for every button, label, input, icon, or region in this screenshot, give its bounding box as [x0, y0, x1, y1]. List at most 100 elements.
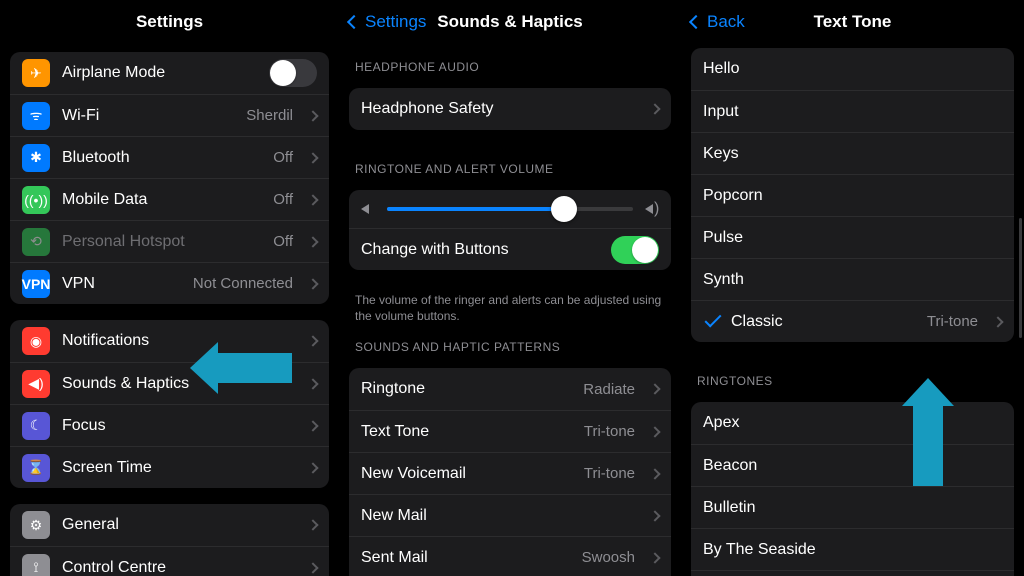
rt-by-the-seaside-row[interactable]: By The Seaside — [691, 528, 1014, 570]
back-label: Back — [707, 12, 745, 32]
ringtone-label: Ringtone — [361, 380, 571, 398]
rt-apex-label: Apex — [703, 414, 1002, 432]
ringtone-row[interactable]: Ringtone Radiate — [349, 368, 671, 410]
chevron-right-icon — [649, 552, 660, 563]
new-mail-row[interactable]: New Mail — [349, 494, 671, 536]
tone-input-label: Input — [703, 103, 1002, 121]
change-with-buttons-label: Change with Buttons — [361, 241, 599, 259]
tone-pulse-label: Pulse — [703, 229, 1002, 247]
change-with-buttons-switch[interactable] — [611, 236, 659, 264]
patterns-group: RingtoneRadiateText ToneTri-toneNew Voic… — [349, 368, 671, 576]
rt-apex-row[interactable]: Apex — [691, 402, 1014, 444]
scrollbar-indicator[interactable] — [1019, 218, 1022, 338]
back-button[interactable]: Back — [691, 0, 745, 44]
new-mail-label: New Mail — [361, 507, 639, 525]
general-icon: ⚙ — [22, 511, 50, 539]
chevron-right-icon — [307, 462, 318, 473]
change-with-buttons-row[interactable]: Change with Buttons — [349, 228, 671, 270]
settings-group-alerts: ◉Notifications◀)Sounds & Haptics☾Focus⌛S… — [10, 320, 329, 488]
alert-tones-group: Hello Input Keys Popcorn Pulse Synth Classic Tr… — [691, 48, 1014, 342]
headphone-group: Headphone Safety — [349, 88, 671, 130]
settings-title-bar: Settings — [0, 0, 339, 44]
sent-mail-detail: Swoosh — [582, 549, 635, 566]
ringtone-volume-group: Change with Buttons — [349, 190, 671, 270]
control-centre-row[interactable]: ⟟ Control Centre — [10, 546, 329, 576]
notifications-icon: ◉ — [22, 327, 50, 355]
tone-synth-row[interactable]: Synth — [691, 258, 1014, 300]
general-label: General — [62, 516, 297, 534]
chevron-left-icon — [347, 15, 361, 29]
screen-time-row[interactable]: ⌛Screen Time — [10, 446, 329, 488]
tone-popcorn-row[interactable]: Popcorn — [691, 174, 1014, 216]
tone-classic-row[interactable]: Classic Tri-tone — [691, 300, 1014, 342]
personal-hotspot-icon: ⟲ — [22, 228, 50, 256]
tone-input-row[interactable]: Input — [691, 90, 1014, 132]
personal-hotspot-row[interactable]: ⟲Personal HotspotOff — [10, 220, 329, 262]
new-voicemail-row[interactable]: New VoicemailTri-tone — [349, 452, 671, 494]
sounds-haptics-icon: ◀) — [22, 370, 50, 398]
tone-classic-detail: Tri-tone — [927, 313, 978, 330]
wifi-row[interactable]: ᯤWi-FiSherdil — [10, 94, 329, 136]
vpn-row[interactable]: VPN VPN Not Connected — [10, 262, 329, 304]
volume-slider-track[interactable] — [387, 207, 633, 211]
rt-chimes-row[interactable]: Chimes — [691, 570, 1014, 576]
settings-group-general: ⚙ General ⟟ Control Centre — [10, 504, 329, 576]
airplane-mode-switch[interactable] — [269, 59, 317, 87]
headphone-safety-row[interactable]: Headphone Safety — [349, 88, 671, 130]
sent-mail-label: Sent Mail — [361, 549, 570, 567]
vpn-detail: Not Connected — [193, 275, 293, 292]
chevron-right-icon — [649, 468, 660, 479]
tone-hello-row[interactable]: Hello — [691, 48, 1014, 90]
new-voicemail-detail: Tri-tone — [584, 465, 635, 482]
rt-beacon-row[interactable]: Beacon — [691, 444, 1014, 486]
volume-slider-row[interactable] — [349, 190, 671, 228]
chevron-right-icon — [307, 335, 318, 346]
bluetooth-label: Bluetooth — [62, 149, 261, 167]
rt-by-the-seaside-label: By The Seaside — [703, 541, 1002, 559]
tone-classic-label: Classic — [731, 313, 915, 331]
focus-row[interactable]: ☾Focus — [10, 404, 329, 446]
rt-bulletin-row[interactable]: Bulletin — [691, 486, 1014, 528]
text-tone-detail: Tri-tone — [584, 423, 635, 440]
chevron-right-icon — [992, 316, 1003, 327]
text-tone-title: Text Tone — [814, 12, 892, 32]
volume-slider-thumb[interactable] — [551, 196, 577, 222]
airplane-mode-icon: ✈ — [22, 59, 50, 87]
chevron-right-icon — [307, 194, 318, 205]
chevron-right-icon — [307, 278, 318, 289]
wifi-label: Wi-Fi — [62, 107, 234, 125]
settings-panel: Settings ✈ Airplane Mode ᯤWi-FiSherdil ✱ Blu… — [0, 0, 339, 576]
chevron-right-icon — [307, 236, 318, 247]
bluetooth-icon: ✱ — [22, 144, 50, 172]
chevron-right-icon — [307, 562, 318, 573]
chevron-right-icon — [307, 519, 318, 530]
control-centre-label: Control Centre — [62, 559, 297, 576]
annotation-arrow-sounds-haptics — [218, 353, 292, 383]
sounds-haptics-navbar: Settings Sounds & Haptics — [339, 0, 681, 44]
speaker-quiet-icon — [361, 202, 375, 216]
notifications-label: Notifications — [62, 332, 297, 350]
chevron-right-icon — [307, 420, 318, 431]
focus-label: Focus — [62, 417, 297, 435]
mobile-data-row[interactable]: ((•))Mobile DataOff — [10, 178, 329, 220]
general-row[interactable]: ⚙ General — [10, 504, 329, 546]
airplane-mode-row[interactable]: ✈ Airplane Mode — [10, 52, 329, 94]
back-to-settings[interactable]: Settings — [349, 0, 426, 44]
tone-popcorn-label: Popcorn — [703, 187, 1002, 205]
tone-pulse-row[interactable]: Pulse — [691, 216, 1014, 258]
tone-keys-row[interactable]: Keys — [691, 132, 1014, 174]
settings-title: Settings — [136, 12, 203, 32]
text-tone-row[interactable]: Text Tone Tri-tone — [349, 410, 671, 452]
sent-mail-row[interactable]: Sent Mail Swoosh — [349, 536, 671, 576]
bluetooth-row[interactable]: ✱BluetoothOff — [10, 136, 329, 178]
ringtone-detail: Radiate — [583, 381, 635, 398]
text-tone-label: Text Tone — [361, 423, 572, 441]
settings-group-connectivity: ✈ Airplane Mode ᯤWi-FiSherdil ✱ Bluetooth Off… — [10, 52, 329, 304]
mobile-data-detail: Off — [273, 191, 293, 208]
vpn-label: VPN — [62, 275, 181, 293]
control-centre-icon: ⟟ — [22, 554, 50, 576]
chevron-left-icon — [689, 15, 703, 29]
screen-time-icon: ⌛ — [22, 454, 50, 482]
vpn-icon: VPN — [22, 270, 50, 298]
airplane-mode-label: Airplane Mode — [62, 64, 257, 82]
